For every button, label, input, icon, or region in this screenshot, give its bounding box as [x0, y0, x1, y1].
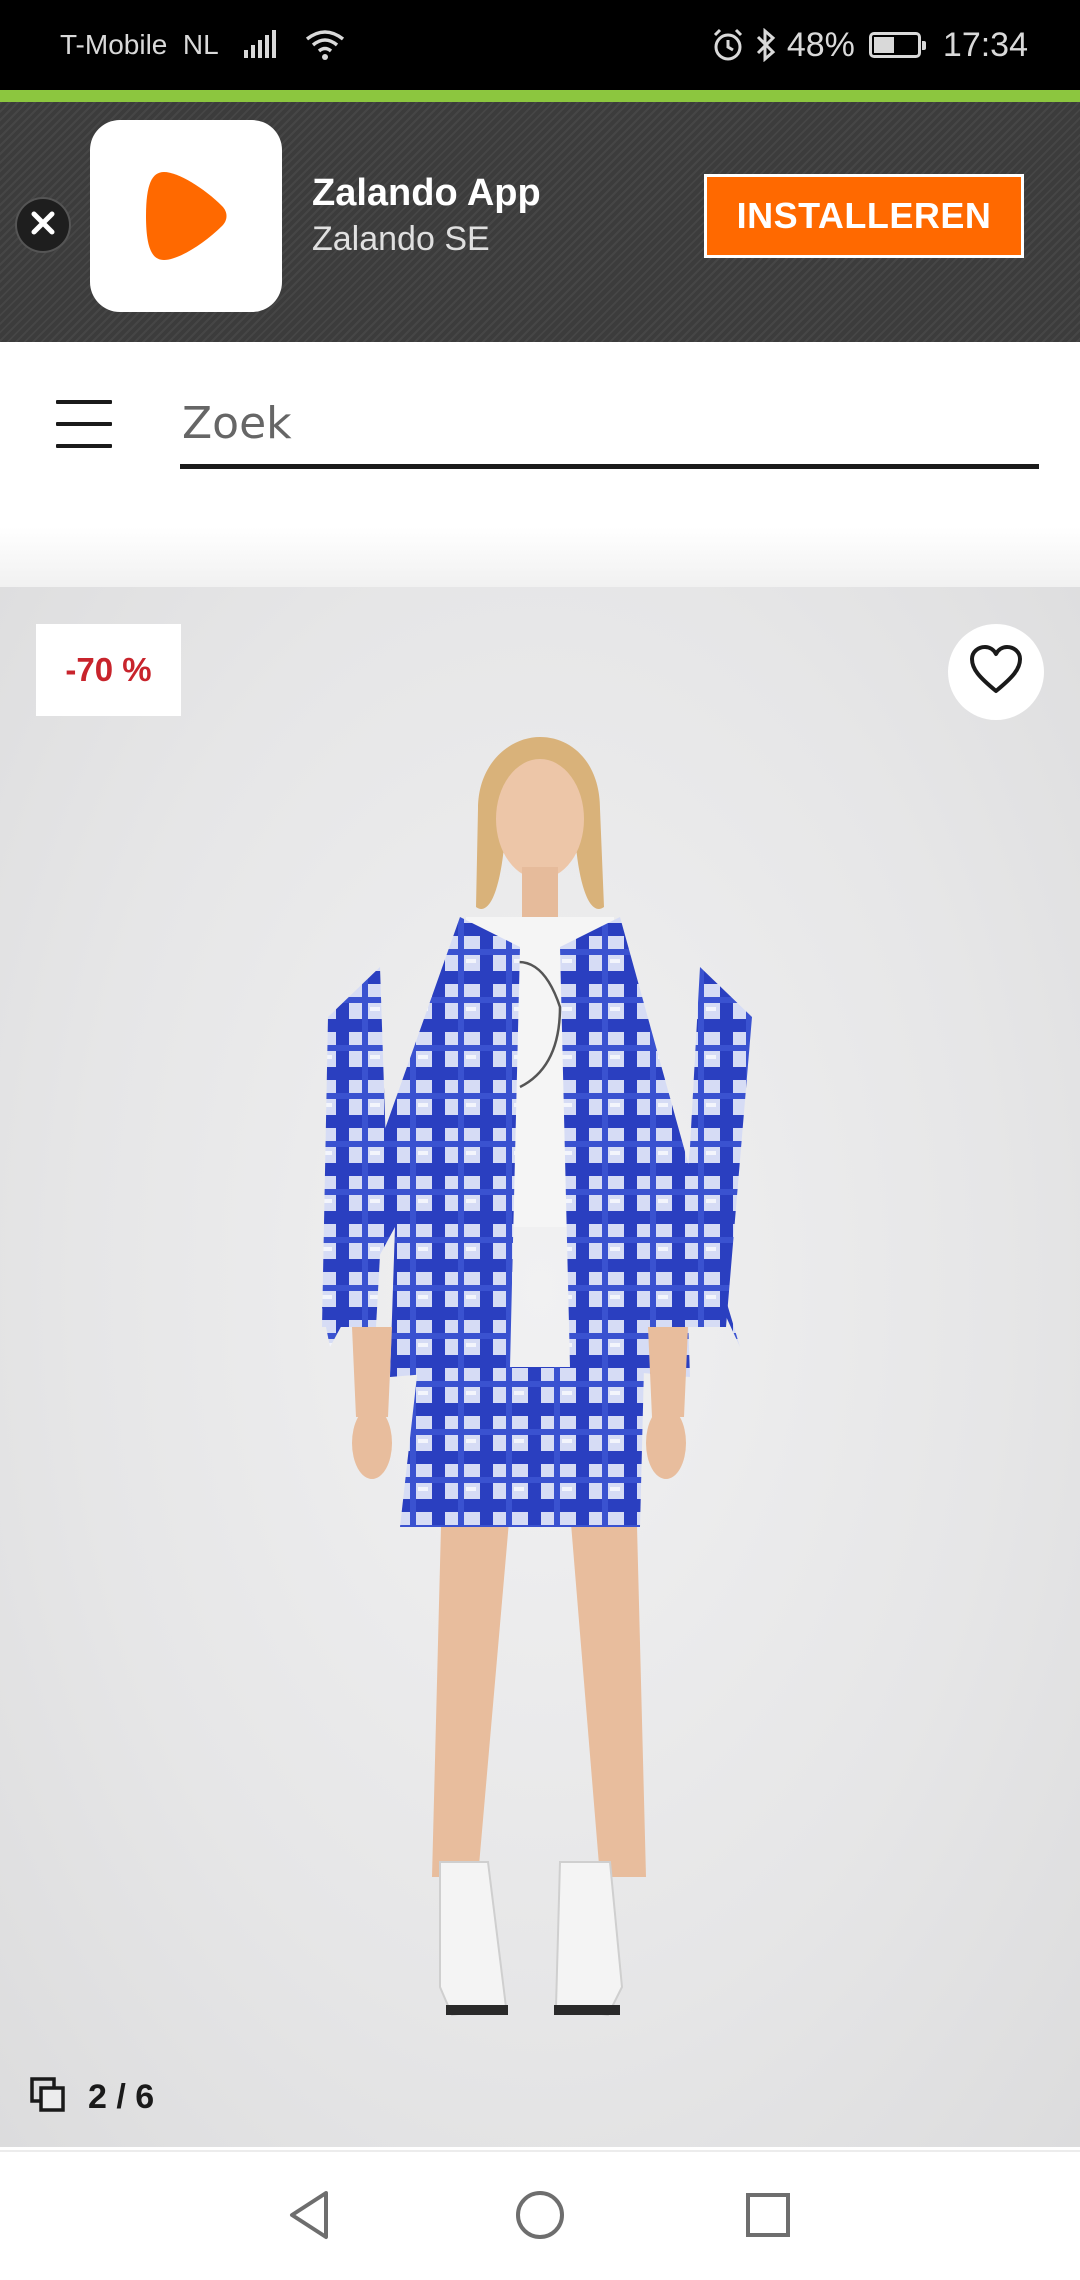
close-banner-button[interactable] [17, 199, 69, 251]
battery-percent: 48% [786, 25, 855, 64]
product-photo [322, 737, 752, 2017]
nav-recents-button[interactable] [733, 2182, 803, 2252]
clock: 17:34 [942, 25, 1028, 64]
wishlist-button[interactable] [948, 624, 1044, 720]
install-button[interactable]: INSTALLEREN [704, 174, 1024, 258]
carrier-label: T-Mobile NL [60, 29, 219, 60]
system-nav-bar [0, 2150, 1080, 2280]
signal-icon [243, 30, 281, 60]
status-right: 48% 17:34 [711, 0, 1028, 90]
site-header [0, 342, 1080, 527]
hamburger-menu-icon[interactable] [56, 400, 112, 448]
status-bar: T-Mobile NL 48% 17:34 [0, 0, 1080, 90]
zalando-logo-icon [146, 172, 227, 260]
zalando-app-icon[interactable] [90, 120, 282, 312]
discount-badge: -70 % [36, 624, 181, 716]
app-install-banner: Zalando App Zalando SE INSTALLEREN [0, 102, 1080, 342]
status-left: T-Mobile NL [60, 0, 345, 90]
nav-home-button[interactable] [505, 2182, 575, 2252]
close-icon [30, 210, 56, 241]
back-triangle-icon [286, 2189, 334, 2246]
app-name: Zalando App [312, 172, 541, 214]
nav-back-button[interactable] [275, 2182, 345, 2252]
search-input[interactable] [180, 382, 1039, 469]
alarm-icon [711, 28, 745, 62]
heart-icon [969, 644, 1023, 700]
app-publisher: Zalando SE [312, 220, 490, 258]
wifi-icon [305, 29, 345, 61]
recents-square-icon [744, 2191, 792, 2244]
gallery-icon [28, 2075, 68, 2120]
gallery-position: 2 / 6 [88, 2077, 155, 2116]
product-image-gallery[interactable]: -70 % 2 / 6 [0, 587, 1080, 2147]
home-circle-icon [514, 2189, 566, 2246]
accent-line [0, 90, 1080, 102]
battery-icon [868, 32, 926, 58]
bluetooth-icon [755, 28, 777, 62]
header-divider [0, 527, 1080, 587]
gallery-counter: 2 / 6 [28, 2067, 154, 2127]
